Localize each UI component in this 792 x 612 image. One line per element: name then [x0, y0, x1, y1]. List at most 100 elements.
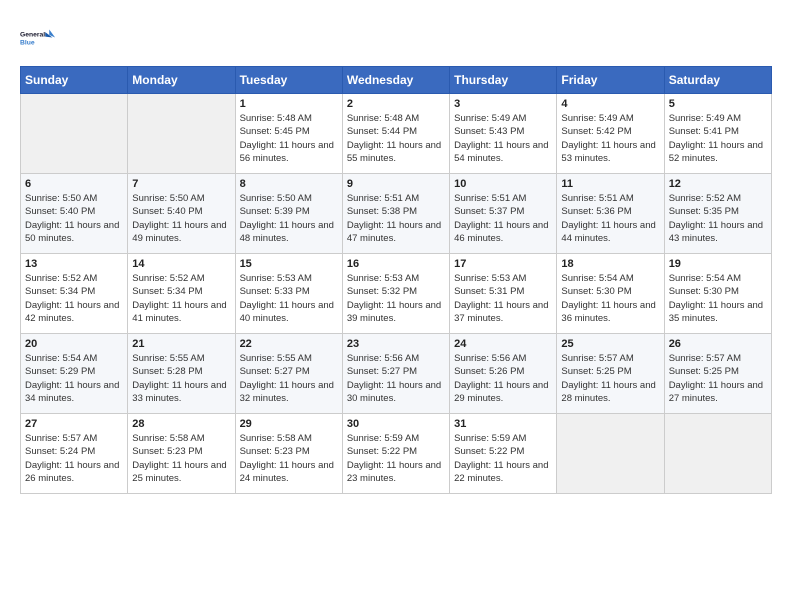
calendar-cell: 23 Sunrise: 5:56 AM Sunset: 5:27 PM Dayli… [342, 334, 449, 414]
calendar-cell: 2 Sunrise: 5:48 AM Sunset: 5:44 PM Daylig… [342, 94, 449, 174]
calendar-cell: 27Sunrise: 5:57 AM Sunset: 5:24 PM Dayli… [21, 414, 128, 494]
calendar-cell: 19 Sunrise: 5:54 AM Sunset: 5:30 PM Dayli… [664, 254, 771, 334]
day-info: Sunrise: 5:50 AM Sunset: 5:40 PM Dayligh… [25, 192, 123, 245]
calendar-cell: 17 Sunrise: 5:53 AM Sunset: 5:31 PM Dayli… [450, 254, 557, 334]
day-info: Sunrise: 5:58 AM Sunset: 5:23 PM Dayligh… [132, 432, 230, 485]
day-number: 28 [132, 418, 230, 430]
day-number: 18 [561, 258, 659, 270]
calendar-cell [128, 94, 235, 174]
day-number: 27 [25, 418, 123, 430]
day-info: Sunrise: 5:48 AM Sunset: 5:45 PM Dayligh… [240, 112, 338, 165]
calendar-cell: 6 Sunrise: 5:50 AM Sunset: 5:40 PM Daylig… [21, 174, 128, 254]
calendar-cell: 12 Sunrise: 5:52 AM Sunset: 5:35 PM Dayli… [664, 174, 771, 254]
col-header-tuesday: Tuesday [235, 67, 342, 94]
week-row-4: 20 Sunrise: 5:54 AM Sunset: 5:29 PM Dayli… [21, 334, 772, 414]
page-header: GeneralBlue [20, 20, 772, 56]
day-info: Sunrise: 5:51 AM Sunset: 5:38 PM Dayligh… [347, 192, 445, 245]
day-info: Sunrise: 5:57 AM Sunset: 5:25 PM Dayligh… [561, 352, 659, 405]
day-info: Sunrise: 5:51 AM Sunset: 5:36 PM Dayligh… [561, 192, 659, 245]
day-number: 30 [347, 418, 445, 430]
day-info: Sunrise: 5:52 AM Sunset: 5:34 PM Dayligh… [25, 272, 123, 325]
col-header-monday: Monday [128, 67, 235, 94]
day-number: 23 [347, 338, 445, 350]
day-info: Sunrise: 5:58 AM Sunset: 5:23 PM Dayligh… [240, 432, 338, 485]
week-row-2: 6 Sunrise: 5:50 AM Sunset: 5:40 PM Daylig… [21, 174, 772, 254]
day-number: 31 [454, 418, 552, 430]
svg-text:General: General [20, 32, 45, 39]
day-number: 12 [669, 178, 767, 190]
day-number: 16 [347, 258, 445, 270]
day-info: Sunrise: 5:54 AM Sunset: 5:30 PM Dayligh… [561, 272, 659, 325]
calendar-cell: 18 Sunrise: 5:54 AM Sunset: 5:30 PM Dayli… [557, 254, 664, 334]
day-info: Sunrise: 5:59 AM Sunset: 5:22 PM Dayligh… [454, 432, 552, 485]
calendar-cell: 8Sunrise: 5:50 AM Sunset: 5:39 PM Daylig… [235, 174, 342, 254]
day-info: Sunrise: 5:52 AM Sunset: 5:34 PM Dayligh… [132, 272, 230, 325]
col-header-thursday: Thursday [450, 67, 557, 94]
calendar-cell: 24 Sunrise: 5:56 AM Sunset: 5:26 PM Dayli… [450, 334, 557, 414]
col-header-wednesday: Wednesday [342, 67, 449, 94]
calendar-cell: 26 Sunrise: 5:57 AM Sunset: 5:25 PM Dayli… [664, 334, 771, 414]
calendar-cell: 5 Sunrise: 5:49 AM Sunset: 5:41 PM Daylig… [664, 94, 771, 174]
day-info: Sunrise: 5:54 AM Sunset: 5:30 PM Dayligh… [669, 272, 767, 325]
calendar-cell: 7Sunrise: 5:50 AM Sunset: 5:40 PM Daylig… [128, 174, 235, 254]
calendar-cell: 13 Sunrise: 5:52 AM Sunset: 5:34 PM Dayli… [21, 254, 128, 334]
calendar-cell: 3 Sunrise: 5:49 AM Sunset: 5:43 PM Daylig… [450, 94, 557, 174]
calendar-cell: 10 Sunrise: 5:51 AM Sunset: 5:37 PM Dayli… [450, 174, 557, 254]
day-number: 2 [347, 98, 445, 110]
day-info: Sunrise: 5:49 AM Sunset: 5:41 PM Dayligh… [669, 112, 767, 165]
week-row-5: 27Sunrise: 5:57 AM Sunset: 5:24 PM Dayli… [21, 414, 772, 494]
day-number: 26 [669, 338, 767, 350]
day-info: Sunrise: 5:57 AM Sunset: 5:25 PM Dayligh… [669, 352, 767, 405]
day-number: 7 [132, 178, 230, 190]
day-info: Sunrise: 5:54 AM Sunset: 5:29 PM Dayligh… [25, 352, 123, 405]
day-info: Sunrise: 5:56 AM Sunset: 5:26 PM Dayligh… [454, 352, 552, 405]
day-number: 19 [669, 258, 767, 270]
calendar-cell: 15Sunrise: 5:53 AM Sunset: 5:33 PM Dayli… [235, 254, 342, 334]
day-number: 20 [25, 338, 123, 350]
day-info: Sunrise: 5:48 AM Sunset: 5:44 PM Dayligh… [347, 112, 445, 165]
col-header-saturday: Saturday [664, 67, 771, 94]
day-number: 21 [132, 338, 230, 350]
day-number: 24 [454, 338, 552, 350]
day-number: 17 [454, 258, 552, 270]
calendar-cell [557, 414, 664, 494]
day-number: 4 [561, 98, 659, 110]
day-info: Sunrise: 5:51 AM Sunset: 5:37 PM Dayligh… [454, 192, 552, 245]
calendar-cell: 21 Sunrise: 5:55 AM Sunset: 5:28 PM Dayli… [128, 334, 235, 414]
day-info: Sunrise: 5:56 AM Sunset: 5:27 PM Dayligh… [347, 352, 445, 405]
calendar-cell: 4 Sunrise: 5:49 AM Sunset: 5:42 PM Daylig… [557, 94, 664, 174]
day-number: 5 [669, 98, 767, 110]
day-number: 15 [240, 258, 338, 270]
day-number: 8 [240, 178, 338, 190]
calendar-cell [664, 414, 771, 494]
calendar-cell: 25 Sunrise: 5:57 AM Sunset: 5:25 PM Dayli… [557, 334, 664, 414]
calendar-cell: 20 Sunrise: 5:54 AM Sunset: 5:29 PM Dayli… [21, 334, 128, 414]
calendar-cell: 28 Sunrise: 5:58 AM Sunset: 5:23 PM Dayli… [128, 414, 235, 494]
day-number: 11 [561, 178, 659, 190]
day-number: 10 [454, 178, 552, 190]
calendar-cell: 30Sunrise: 5:59 AM Sunset: 5:22 PM Dayli… [342, 414, 449, 494]
day-number: 9 [347, 178, 445, 190]
calendar-cell: 14Sunrise: 5:52 AM Sunset: 5:34 PM Dayli… [128, 254, 235, 334]
calendar-cell: 22Sunrise: 5:55 AM Sunset: 5:27 PM Dayli… [235, 334, 342, 414]
day-number: 6 [25, 178, 123, 190]
calendar-cell: 9 Sunrise: 5:51 AM Sunset: 5:38 PM Daylig… [342, 174, 449, 254]
day-info: Sunrise: 5:53 AM Sunset: 5:32 PM Dayligh… [347, 272, 445, 325]
day-info: Sunrise: 5:49 AM Sunset: 5:42 PM Dayligh… [561, 112, 659, 165]
col-header-friday: Friday [557, 67, 664, 94]
day-number: 29 [240, 418, 338, 430]
day-info: Sunrise: 5:55 AM Sunset: 5:28 PM Dayligh… [132, 352, 230, 405]
day-number: 13 [25, 258, 123, 270]
day-number: 22 [240, 338, 338, 350]
calendar-cell: 29 Sunrise: 5:58 AM Sunset: 5:23 PM Dayli… [235, 414, 342, 494]
header-row: SundayMondayTuesdayWednesdayThursdayFrid… [21, 67, 772, 94]
day-number: 1 [240, 98, 338, 110]
day-info: Sunrise: 5:52 AM Sunset: 5:35 PM Dayligh… [669, 192, 767, 245]
day-info: Sunrise: 5:53 AM Sunset: 5:31 PM Dayligh… [454, 272, 552, 325]
day-number: 3 [454, 98, 552, 110]
calendar-table: SundayMondayTuesdayWednesdayThursdayFrid… [20, 66, 772, 494]
day-info: Sunrise: 5:49 AM Sunset: 5:43 PM Dayligh… [454, 112, 552, 165]
logo-icon: GeneralBlue [20, 20, 56, 56]
col-header-sunday: Sunday [21, 67, 128, 94]
day-number: 25 [561, 338, 659, 350]
